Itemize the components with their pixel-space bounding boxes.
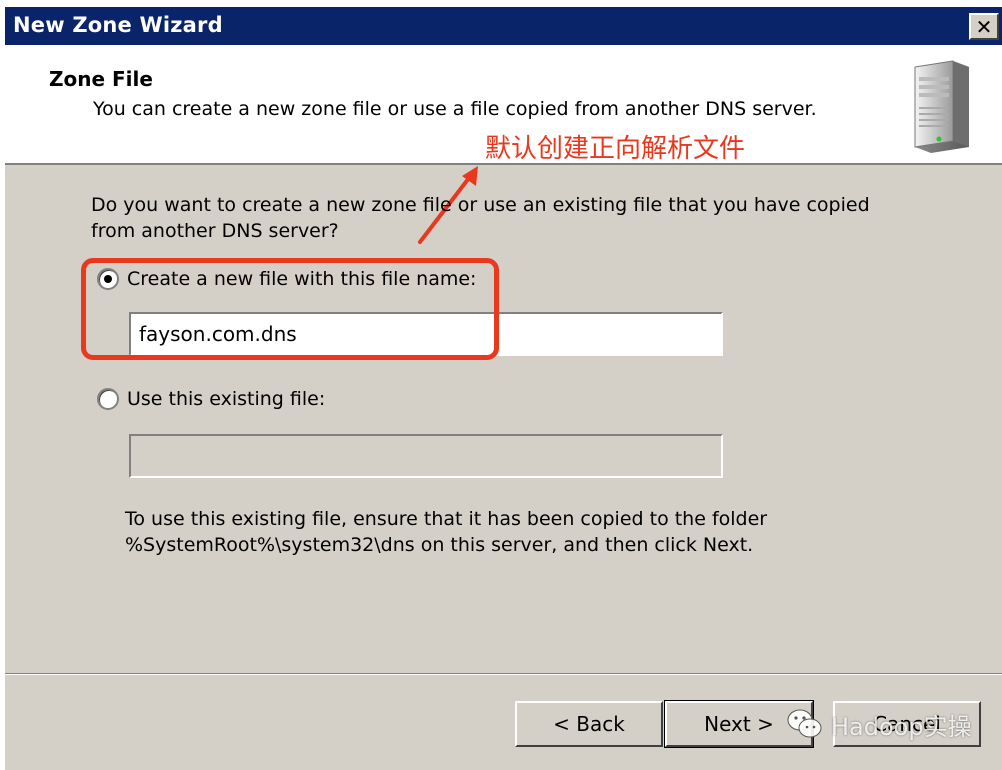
titlebar[interactable]: New Zone Wizard ✕ bbox=[5, 7, 1002, 45]
use-existing-file-radio[interactable] bbox=[97, 388, 119, 410]
wechat-icon bbox=[787, 709, 822, 738]
watermark-text: Hadoop实操 bbox=[831, 712, 972, 741]
page-subtitle: You can create a new zone file or use a … bbox=[93, 98, 817, 120]
window-title: New Zone Wizard bbox=[13, 13, 223, 37]
wizard-window: New Zone Wizard ✕ Zone File You can crea… bbox=[0, 0, 1002, 770]
existing-file-input bbox=[129, 434, 723, 478]
close-button[interactable]: ✕ bbox=[969, 13, 999, 40]
watermark: Hadoop实操 bbox=[785, 700, 995, 748]
server-icon bbox=[914, 60, 969, 153]
use-existing-file-label[interactable]: Use this existing file: bbox=[127, 388, 325, 410]
back-button[interactable]: < Back bbox=[515, 701, 663, 747]
close-icon: ✕ bbox=[975, 14, 993, 39]
button-separator bbox=[5, 673, 1002, 675]
titlebar-top-edge bbox=[5, 0, 1002, 7]
info-text: To use this existing file, ensure that i… bbox=[125, 508, 768, 556]
question-text: Do you want to create a new zone file or… bbox=[91, 194, 870, 242]
page-title: Zone File bbox=[49, 67, 153, 91]
annotation-label: 默认创建正向解析文件 bbox=[485, 134, 746, 164]
annotation-highlight-box bbox=[81, 258, 499, 360]
